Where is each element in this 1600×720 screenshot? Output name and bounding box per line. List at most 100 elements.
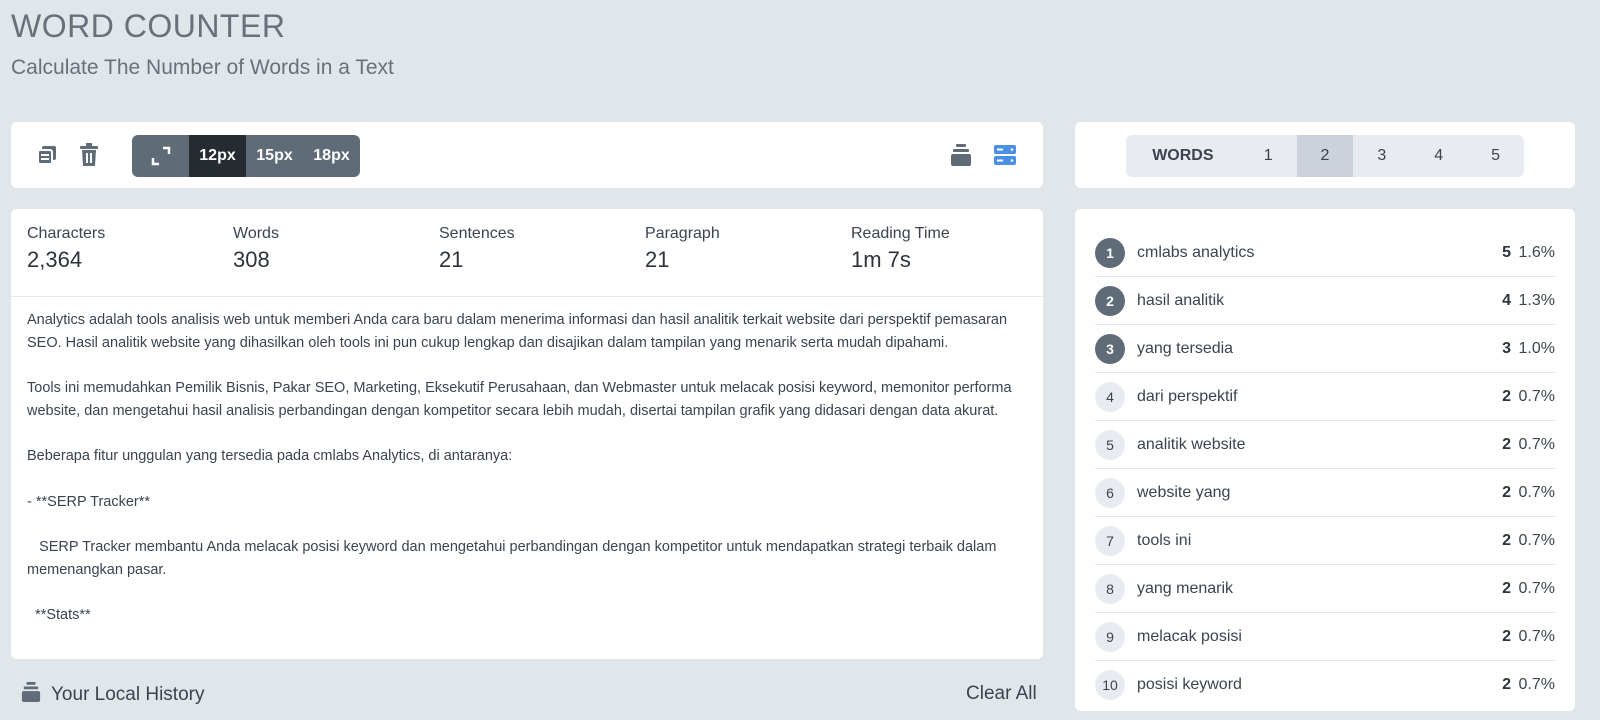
local-history: Your Local History [21, 681, 204, 708]
archive-icon[interactable] [947, 141, 975, 169]
font-size-15-button[interactable]: 15px [246, 135, 303, 177]
keyword-phrase: hasil analitik [1137, 291, 1225, 309]
keyword-density-panel: 1 cmlabs analytics 5 1.6% 2 hasil analitik 4 1.… [1075, 209, 1575, 711]
keyword-count: 3 [1502, 339, 1511, 357]
rank-badge: 3 [1095, 333, 1125, 364]
keyword-count: 4 [1502, 291, 1511, 309]
keyword-row: 6 website yang 2 0.7% [1095, 469, 1555, 517]
ngram-selector: WORDS 1 2 3 4 5 [1075, 122, 1575, 188]
keyword-percentage: 1.0% [1518, 339, 1555, 357]
text-panel: Characters 2,364 Words 308 Sentences 21 … [11, 209, 1043, 659]
rank-badge: 10 [1095, 670, 1125, 700]
keyword-percentage: 0.7% [1518, 483, 1555, 501]
text-paragraph: **Stats** [27, 607, 91, 624]
ngram-tabs: WORDS 1 2 3 4 5 [1126, 135, 1524, 177]
trash-icon[interactable] [75, 141, 103, 169]
copy-icon[interactable] [33, 141, 61, 169]
stats-bar: Characters 2,364 Words 308 Sentences 21 … [11, 209, 1043, 297]
editor-toolbar: 12px 15px 18px [11, 122, 1043, 188]
keyword-percentage: 0.7% [1518, 627, 1555, 645]
text-paragraph: SERP Tracker membantu Anda melacak posis… [27, 538, 1001, 578]
font-size-18-button[interactable]: 18px [303, 135, 360, 177]
keyword-percentage: 0.7% [1518, 387, 1555, 405]
rank-badge: 6 [1095, 477, 1125, 508]
keyword-count: 2 [1502, 579, 1511, 597]
keyword-phrase: website yang [1137, 483, 1231, 501]
tab-2[interactable]: 2 [1296, 135, 1354, 177]
keyword-count: 2 [1502, 676, 1511, 693]
stat-paragraph: Paragraph 21 [645, 225, 720, 273]
keyword-row: 5 analitik website 2 0.7% [1095, 421, 1555, 469]
tab-words[interactable]: WORDS [1126, 135, 1240, 177]
tab-5[interactable]: 5 [1467, 135, 1524, 177]
keyword-count: 2 [1502, 627, 1511, 645]
keyword-count: 5 [1502, 243, 1511, 261]
stat-words: Words 308 [233, 225, 279, 273]
keyword-row: 3 yang tersedia 3 1.0% [1095, 325, 1555, 373]
rank-badge: 2 [1095, 285, 1125, 316]
stat-label: Paragraph [645, 225, 720, 242]
stat-sentences: Sentences 21 [439, 225, 515, 273]
keyword-phrase: analitik website [1137, 435, 1246, 453]
stat-value: 21 [439, 247, 464, 272]
keyword-count: 2 [1502, 387, 1511, 405]
keyword-percentage: 0.7% [1518, 435, 1555, 453]
stat-value: 308 [233, 247, 270, 272]
rank-badge: 9 [1095, 621, 1125, 652]
archive-icon [21, 681, 41, 708]
stat-label: Reading Time [851, 225, 950, 242]
tab-1[interactable]: 1 [1240, 135, 1297, 177]
keyword-count: 2 [1502, 483, 1511, 501]
text-paragraph: Beberapa fitur unggulan yang tersedia pa… [27, 448, 513, 465]
page-title: WORD COUNTER [11, 8, 286, 44]
keyword-phrase: melacak posisi [1137, 627, 1242, 645]
keyword-row: 4 dari perspektif 2 0.7% [1095, 373, 1555, 421]
keyword-phrase: dari perspektif [1137, 387, 1238, 405]
stat-label: Words [233, 225, 279, 242]
stat-characters: Characters 2,364 [27, 225, 105, 273]
tab-4[interactable]: 4 [1410, 135, 1467, 177]
stat-value: 1m 7s [851, 247, 911, 272]
keyword-phrase: tools ini [1137, 531, 1192, 549]
font-size-group: 12px 15px 18px [132, 135, 360, 177]
expand-button[interactable] [132, 135, 189, 177]
page-subtitle: Calculate The Number of Words in a Text [11, 56, 394, 79]
keyword-row: 1 cmlabs analytics 5 1.6% [1095, 229, 1555, 277]
text-input-area[interactable]: Analytics adalah tools analisis web untu… [11, 297, 1043, 659]
keyword-percentage: 0.7% [1518, 531, 1555, 549]
tab-3[interactable]: 3 [1353, 135, 1410, 177]
text-paragraph: Analytics adalah tools analisis web untu… [27, 312, 1008, 351]
font-size-12-button[interactable]: 12px [189, 135, 246, 177]
keyword-percentage: 0.7% [1518, 676, 1555, 693]
keyword-row: 7 tools ini 2 0.7% [1095, 517, 1555, 565]
keyword-percentage: 1.6% [1518, 243, 1555, 261]
keyword-count: 2 [1502, 435, 1511, 453]
keyword-percentage: 0.7% [1518, 579, 1555, 597]
stat-value: 2,364 [27, 247, 83, 272]
stat-label: Characters [27, 225, 106, 242]
text-paragraph: Tools ini memudahkan Pemilik Bisnis, Pak… [27, 380, 1012, 419]
stat-reading-time: Reading Time 1m 7s [851, 225, 950, 273]
keyword-row: 9 melacak posisi 2 0.7% [1095, 613, 1555, 661]
keyword-phrase: yang menarik [1137, 579, 1234, 597]
clear-all-button[interactable]: Clear All [966, 683, 1037, 705]
keyword-phrase: posisi keyword [1137, 676, 1242, 693]
keyword-list: 1 cmlabs analytics 5 1.6% 2 hasil analitik 4 1.… [1095, 229, 1555, 709]
rank-badge: 1 [1095, 237, 1125, 268]
rank-badge: 5 [1095, 429, 1125, 460]
keyword-phrase: cmlabs analytics [1137, 243, 1255, 261]
rank-badge: 4 [1095, 381, 1125, 412]
server-icon[interactable] [991, 141, 1019, 169]
keyword-percentage: 1.3% [1518, 291, 1555, 309]
stat-value: 21 [645, 247, 670, 272]
keyword-row: 8 yang menarik 2 0.7% [1095, 565, 1555, 613]
text-paragraph: - **SERP Tracker** [27, 493, 151, 510]
rank-badge: 7 [1095, 525, 1125, 556]
keyword-phrase: yang tersedia [1137, 339, 1234, 357]
history-label: Your Local History [51, 683, 205, 705]
keyword-count: 2 [1502, 531, 1511, 549]
expand-icon [151, 146, 170, 166]
keyword-row: 10 posisi keyword 2 0.7% [1095, 661, 1555, 709]
keyword-row: 2 hasil analitik 4 1.3% [1095, 277, 1555, 325]
stat-label: Sentences [439, 225, 515, 242]
